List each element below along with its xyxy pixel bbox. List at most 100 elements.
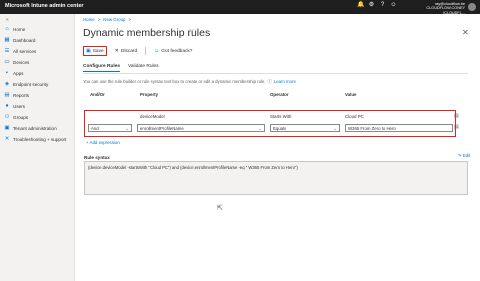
sidebar-item-dashboard[interactable]: ▦ Dashboard	[4, 36, 35, 44]
breadcrumb-home[interactable]: Home	[83, 17, 95, 22]
chevron-down-icon: ⌄	[258, 126, 262, 131]
save-label: Save	[92, 48, 104, 54]
value-text: W365 From Zero to Hero	[348, 126, 396, 131]
header-and-or: And/Or	[90, 92, 105, 97]
rule1-value[interactable]: Cloud PC	[345, 114, 364, 119]
toolbar-divider	[145, 47, 147, 55]
feedback-person-icon: ☺	[154, 48, 160, 54]
main-content: Home > New Group > Dynamic membership ru…	[76, 14, 480, 281]
sidebar-item-label: All services	[13, 48, 37, 54]
rule-row: deviceModel Starts With Cloud PC	[83, 113, 469, 121]
troubleshooting-icon: ✕	[4, 136, 10, 142]
add-expression-button[interactable]: + Add expression	[86, 140, 120, 145]
endpoint-security-icon: ◈	[4, 81, 10, 87]
app-title[interactable]: Microsoft Intune admin center	[5, 3, 84, 9]
sidebar-item-reports[interactable]: ▤ Reports	[4, 91, 29, 99]
operator-select[interactable]: Equals ⌄	[270, 124, 340, 132]
devices-icon: ▭	[4, 59, 10, 65]
sidebar-item-apps[interactable]: ▪ Apps	[4, 69, 23, 77]
sidebar-item-label: Home	[13, 26, 26, 32]
avatar[interactable]	[468, 3, 476, 11]
sidebar-item-label: Troubleshooting + support	[13, 136, 67, 142]
close-icon[interactable]: ✕	[462, 28, 469, 37]
chevron-down-icon: ⌄	[333, 126, 337, 131]
and-or-select[interactable]: And ⌄	[88, 124, 132, 132]
sidebar-item-label: Tenant administration	[13, 125, 57, 131]
users-icon: ●	[5, 103, 9, 109]
account-info[interactable]: ray@cloudflow.be CLOUDFLOW.CONEY (CLOUDF…	[423, 2, 465, 15]
discard-label: Discard	[120, 48, 138, 54]
header-value: Value	[345, 92, 357, 97]
rule1-operator[interactable]: Starts With	[270, 114, 291, 119]
header-operator: Operator	[270, 92, 289, 97]
chevron-down-icon: ⌄	[125, 126, 129, 131]
row-options-icon[interactable]: ▤	[454, 124, 459, 130]
edit-label: Edit	[462, 153, 471, 158]
all-services-icon: ☰	[4, 48, 10, 54]
sidebar-item-troubleshooting[interactable]: ✕ Troubleshooting + support	[4, 135, 67, 143]
sidebar-item-label: Users	[13, 103, 25, 109]
notification-icon[interactable]: 🔔	[357, 2, 364, 9]
dashboard-icon: ▦	[4, 37, 10, 43]
breadcrumb-separator: >	[97, 17, 101, 22]
sidebar-item-label: Endpoint security	[13, 81, 49, 87]
more-options-icon[interactable]: ···	[189, 27, 195, 33]
discard-icon: ✕	[114, 48, 119, 54]
sidebar-item-label: Reports	[13, 92, 30, 98]
apps-icon: ▪	[6, 70, 8, 76]
edit-syntax-button[interactable]: ✎ Edit	[458, 153, 470, 159]
rule-syntax-text: (device.deviceModel -startsWith "Cloud P…	[88, 165, 298, 170]
settings-icon[interactable]: ⚙	[368, 2, 375, 9]
info-icon: ⓘ	[267, 79, 272, 84]
tab-validate-rules[interactable]: Validate Rules	[128, 64, 159, 72]
breadcrumb-new-group[interactable]: New Group	[103, 17, 125, 22]
reports-icon: ▤	[4, 92, 10, 98]
sidebar-item-tenant-administration[interactable]: ▣ Tenant administration	[4, 124, 57, 132]
rule-syntax-box[interactable]: (device.deviceModel -startsWith "Cloud P…	[84, 161, 468, 195]
command-bar: ▣ Save ✕ Discard ☺ Got feedback?	[83, 45, 192, 57]
rule-tabs: Configure Rules Validate Rules	[83, 64, 159, 72]
property-value: enrollmentProfileName	[140, 126, 184, 131]
tenant-admin-icon: ▣	[4, 125, 10, 131]
sidebar-item-label: Dashboard	[13, 37, 36, 43]
sidebar-item-all-services[interactable]: ☰ All services	[4, 47, 37, 55]
and-or-value: And	[91, 126, 99, 131]
discard-button[interactable]: ✕ Discard	[115, 48, 137, 54]
intro-text: You can use the rule builder or rule syn…	[83, 79, 296, 85]
sidebar-item-label: Apps	[13, 70, 24, 76]
save-icon: ▣	[86, 48, 91, 54]
sidebar: « ⌂ Home ▦ Dashboard ☰ All services ▭ De…	[0, 14, 75, 281]
feedback-icon[interactable]: ☺	[390, 2, 397, 9]
tabs-divider	[83, 73, 468, 74]
top-bar: Microsoft Intune admin center 🔔 ⚙ ? ☺ ra…	[0, 0, 480, 15]
save-button[interactable]: ▣ Save	[83, 46, 107, 56]
sidebar-item-label: Groups	[13, 114, 29, 120]
breadcrumb: Home > New Group >	[83, 17, 131, 22]
sidebar-item-users[interactable]: ● Users	[4, 102, 25, 110]
value-input[interactable]: W365 From Zero to Hero	[345, 124, 453, 132]
feedback-label: Got feedback?	[161, 48, 193, 54]
collapse-sidebar-icon[interactable]: «	[6, 17, 9, 23]
sidebar-item-endpoint-security[interactable]: ◈ Endpoint security	[4, 80, 48, 88]
breadcrumb-separator: >	[128, 17, 132, 22]
header-property: Property	[140, 92, 159, 97]
operator-value: Equals	[273, 126, 287, 131]
help-icon[interactable]: ?	[379, 2, 386, 9]
home-icon: ⌂	[5, 26, 9, 32]
rule-syntax-title: Rule syntax	[84, 155, 110, 160]
sidebar-item-home[interactable]: ⌂ Home	[4, 25, 25, 33]
property-select[interactable]: enrollmentProfileName ⌄	[137, 124, 265, 132]
sidebar-item-label: Devices	[13, 59, 30, 65]
learn-more-link[interactable]: Learn more	[274, 79, 296, 85]
sidebar-item-devices[interactable]: ▭ Devices	[4, 58, 29, 66]
row-options-icon[interactable]: ▤	[454, 113, 459, 119]
groups-icon: ⚇	[4, 114, 10, 120]
sidebar-item-groups[interactable]: ⚇ Groups	[4, 113, 29, 121]
intro-description: You can use the rule builder or rule syn…	[83, 79, 266, 84]
tab-configure-rules[interactable]: Configure Rules	[83, 64, 121, 72]
mouse-cursor-icon: ⇱	[217, 205, 223, 212]
rule-row: And ⌄ enrollmentProfileName ⌄ Equals ⌄ W…	[83, 124, 469, 133]
rule1-property[interactable]: deviceModel	[140, 114, 165, 119]
feedback-button[interactable]: ☺ Got feedback?	[154, 48, 192, 54]
edit-icon: ✎	[458, 153, 462, 158]
